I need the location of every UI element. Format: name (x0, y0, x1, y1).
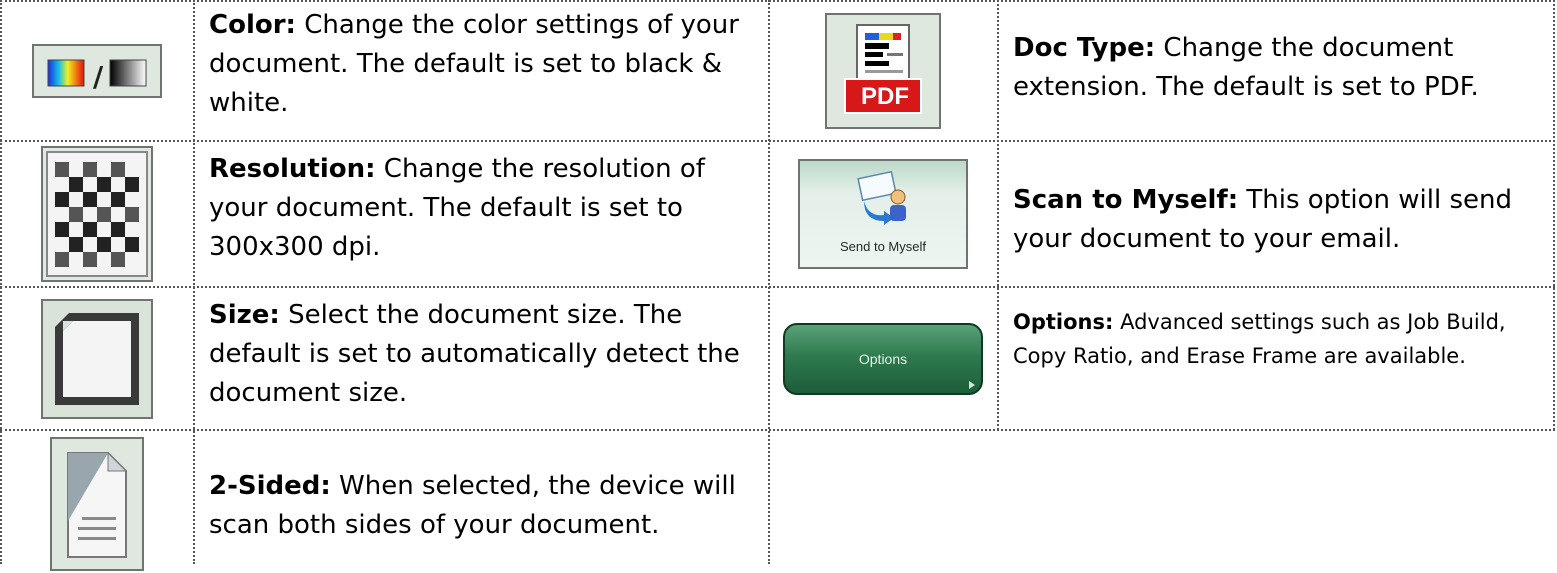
two-sided-term: 2-Sided: (209, 471, 331, 501)
doc-type-term: Doc Type: (1013, 33, 1156, 63)
resolution-checker-icon[interactable] (41, 146, 153, 282)
pdf-badge-text: PDF (861, 83, 909, 110)
icon-cell: Send to Myself (770, 142, 996, 286)
size-frame-icon[interactable] (41, 298, 153, 419)
send-to-myself-icon (857, 171, 906, 225)
options-button[interactable]: Options (783, 322, 983, 395)
scan-to-myself-term: Scan to Myself: (1013, 185, 1239, 215)
color-mode-icon[interactable]: / (32, 44, 162, 98)
svg-text:/: / (93, 60, 104, 93)
pdf-doc-type-icon[interactable]: PDF (825, 13, 941, 129)
caret-right-icon (969, 380, 975, 389)
options-description: Options: Advanced settings such as Job B… (999, 305, 1553, 373)
icon-cell (2, 431, 192, 571)
icon-cell (2, 288, 192, 429)
table-border-right (1553, 0, 1555, 430)
color-description: Color: Change the color settings of your… (195, 6, 768, 123)
resolution-term: Resolution: (209, 154, 376, 184)
icon-cell: PDF (770, 2, 996, 140)
two-sided-description: 2-Sided: When selected, the device will … (195, 467, 768, 545)
options-term: Options: (1013, 310, 1114, 334)
doc-type-description: Doc Type: Change the document extension.… (999, 29, 1553, 107)
size-term: Size: (209, 300, 280, 330)
two-sided-page-icon[interactable] (50, 437, 144, 571)
icon-cell: Options (770, 288, 996, 429)
resolution-description: Resolution: Change the resolution of you… (195, 150, 768, 267)
size-desc: Select the document size. The default is… (209, 300, 740, 408)
send-to-myself-button[interactable]: Send to Myself (798, 159, 968, 269)
icon-cell: / (2, 2, 192, 140)
color-term: Color: (209, 10, 296, 40)
options-button-label: Options (858, 350, 908, 367)
size-description: Size: Select the document size. The defa… (195, 296, 768, 413)
icon-cell (2, 142, 192, 286)
scan-to-myself-description: Scan to Myself: This option will send yo… (999, 181, 1553, 259)
send-to-myself-label: Send to Myself (840, 239, 926, 254)
row-divider (0, 429, 1555, 431)
